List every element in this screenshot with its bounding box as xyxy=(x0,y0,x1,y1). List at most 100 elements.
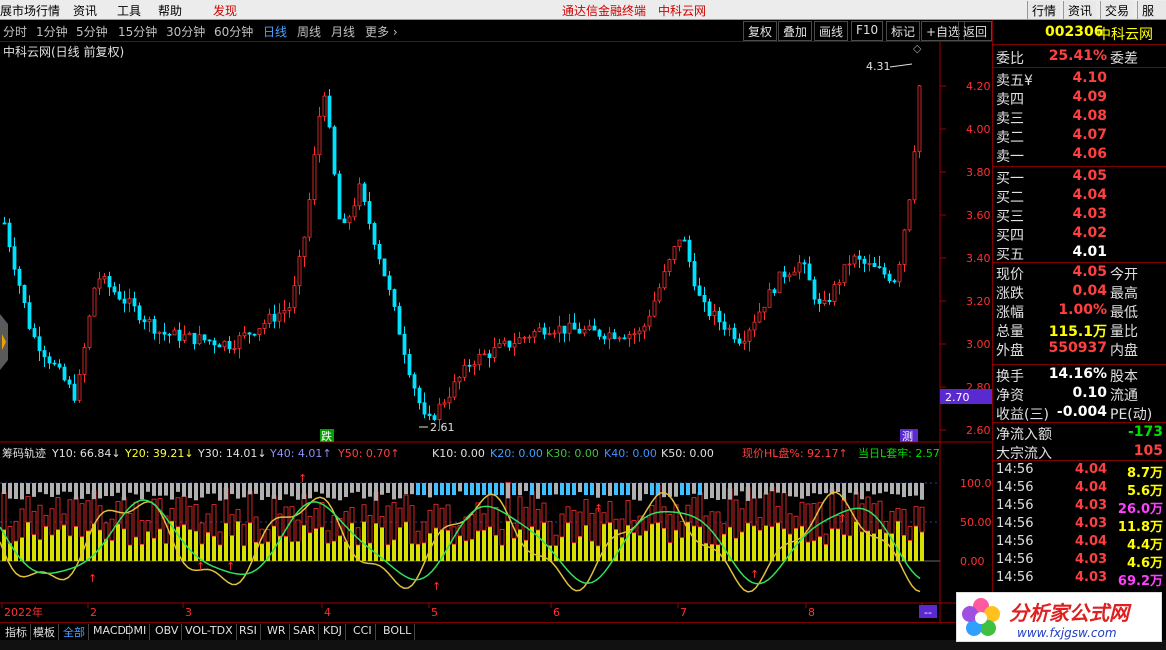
sell-level-3: 卖三 4.08 xyxy=(996,108,1107,127)
stat-row: 涨跌 0.04 最高 xyxy=(996,283,1138,302)
indicator-tab-cci[interactable]: CCI xyxy=(350,624,376,640)
stat-row: 涨幅 1.00% 最低 xyxy=(996,302,1138,321)
sell-level-1: 卖一 4.06 xyxy=(996,146,1107,165)
indicator-value: Y40: 4.01↑ xyxy=(269,447,332,460)
signal-up-icon: ↑ xyxy=(432,580,441,593)
watermark-url: www.fxjgsw.com xyxy=(1017,626,1117,640)
overlay-button[interactable]: 叠加 xyxy=(778,21,813,41)
period-monthly[interactable]: 月线 xyxy=(331,23,355,40)
signal-up-icon: ↑ xyxy=(226,560,235,573)
flower-logo-icon: 分析家公式网 www.fxjgsw.com xyxy=(962,598,1132,640)
zhe-marker-text: 测 xyxy=(902,430,913,443)
indicator-tab-全部[interactable]: 全部 xyxy=(60,624,89,640)
tick-row: 14:56 4.03 4.6万 xyxy=(996,552,1163,571)
period-60min[interactable]: 60分钟 xyxy=(214,23,253,40)
draw-line-button[interactable]: 画线 xyxy=(814,21,849,41)
period-intraday[interactable]: 分时 xyxy=(3,23,27,40)
kline-chart[interactable]: 中科云网(日线 前复权) 4.20 4.00 3.80 3.60 3.40 3.20 3.0… xyxy=(0,42,992,624)
indicator-value: K30: 0.00 xyxy=(546,447,599,460)
menu-market[interactable]: 展市场行情 xyxy=(0,2,60,19)
time-axis-label: 8 xyxy=(808,606,815,619)
mark-button[interactable]: 标记 xyxy=(886,21,921,41)
price-axis-label: 3.80 xyxy=(966,166,991,179)
indicator-value: Y50: 0.70↑ xyxy=(337,447,400,460)
time-axis-label: 2 xyxy=(90,606,97,619)
indicator-tab-指标[interactable]: 指标 xyxy=(2,624,31,640)
f10-button[interactable]: F10 xyxy=(851,21,884,41)
indicator-axis-label: 0.00 xyxy=(960,555,985,568)
price-axis-label: 4.20 xyxy=(966,80,991,93)
indicator-tab-rsi[interactable]: RSI xyxy=(236,624,261,640)
top-button-news[interactable]: 资讯 xyxy=(1063,1,1097,19)
period-more[interactable]: 更多 › xyxy=(365,23,398,40)
app-title: 通达信金融终端 xyxy=(562,4,647,18)
indicator-tab-boll[interactable]: BOLL xyxy=(380,624,416,640)
menu-tools[interactable]: 工具 xyxy=(117,2,141,19)
period-1min[interactable]: 1分钟 xyxy=(36,23,68,40)
indicator-value: K10: 0.00 xyxy=(432,447,485,460)
sell-level-2: 卖二 4.07 xyxy=(996,127,1107,146)
period-toolbar: 分时 1分钟 5分钟 15分钟 30分钟 60分钟 日线 周线 月线 更多 › … xyxy=(0,20,993,42)
time-axis-label: 7 xyxy=(680,606,687,619)
signal-up-icon: ↑ xyxy=(838,512,847,525)
restore-rights-button[interactable]: 复权 xyxy=(743,21,778,41)
buy-level-4: 买四 4.02 xyxy=(996,225,1107,244)
period-weekly[interactable]: 周线 xyxy=(297,23,321,40)
indicator-tab-obv[interactable]: OBV xyxy=(152,624,183,640)
top-button-market[interactable]: 行情 xyxy=(1027,1,1061,19)
time-axis-label: 2022年 xyxy=(4,605,43,619)
indicator-axis-label: 100.0 xyxy=(960,477,992,490)
menu-news[interactable]: 资讯 xyxy=(73,2,97,19)
indicator-tab-wr[interactable]: WR xyxy=(264,624,290,640)
indicator-value: 现价HL盘%: 92.17↑ xyxy=(742,446,848,460)
tick-row: 14:56 4.03 11.8万 xyxy=(996,516,1163,535)
indicator-value: Y20: 39.21↓ xyxy=(124,447,194,460)
price-axis-label: 3.40 xyxy=(966,252,991,265)
indicator-value: Y10: 66.84↓ xyxy=(51,447,121,460)
flow-row: 净流入额 -173 xyxy=(996,424,1163,443)
back-button[interactable]: 返回 xyxy=(958,21,993,41)
price-axis-label: 3.60 xyxy=(966,209,991,222)
time-axis-label: -- xyxy=(924,606,932,619)
current-price-tag-text: 2.70 xyxy=(945,391,970,404)
time-axis-label: 4 xyxy=(324,606,331,619)
time-axis-label: 5 xyxy=(431,606,438,619)
menu-discover[interactable]: 发现 xyxy=(213,2,237,19)
stock-code: 002306 xyxy=(1045,24,1104,40)
period-15min[interactable]: 15分钟 xyxy=(118,23,157,40)
signal-up-icon: ↑ xyxy=(594,502,603,515)
buy-level-2: 买二 4.04 xyxy=(996,187,1107,206)
tick-row: 14:56 4.03 26.0万 xyxy=(996,498,1163,517)
stat-row: 换手 14.16% 股本 xyxy=(996,366,1138,385)
indicator-value: Y30: 14.01↓ xyxy=(197,447,267,460)
signal-up-icon: ↑ xyxy=(298,472,307,485)
indicator-tab-vol-tdx[interactable]: VOL-TDX xyxy=(182,624,237,640)
period-30min[interactable]: 30分钟 xyxy=(166,23,205,40)
stock-name: 中科云网 xyxy=(1097,27,1153,43)
indicator-value: K20: 0.00 xyxy=(490,447,543,460)
indicator-tab-sar[interactable]: SAR xyxy=(290,624,320,640)
webi-row: 委比 25.41% 委差 xyxy=(996,48,1138,67)
top-button-trade[interactable]: 交易 xyxy=(1100,1,1134,19)
stat-row: 外盘 550937 内盘 xyxy=(996,340,1138,359)
tick-row: 14:56 4.04 4.4万 xyxy=(996,534,1163,553)
period-daily[interactable]: 日线 xyxy=(263,23,287,40)
price-axis-label: 3.20 xyxy=(966,295,991,308)
time-axis-label: 3 xyxy=(185,606,192,619)
indicator-header: 筹码轨迹 Y10: 66.84↓ Y20: 39.21↓ Y30: 14.01↓ Y4… xyxy=(2,446,940,460)
menu-help[interactable]: 帮助 xyxy=(158,2,182,19)
buy-level-1: 买一 4.05 xyxy=(996,168,1107,187)
buy-level-3: 买三 4.03 xyxy=(996,206,1107,225)
menu-bar: 展市场行情 资讯 工具 帮助 发现 通达信金融终端 中科云网 行情 资讯 交易 … xyxy=(0,0,1166,35)
sell-level-4: 卖四 4.09 xyxy=(996,89,1107,108)
indicator-axis-label: 50.00 xyxy=(960,516,992,529)
indicator-tab-模板[interactable]: 模板 xyxy=(30,624,59,640)
flow-row: 大宗流入 105 xyxy=(996,443,1163,462)
period-5min[interactable]: 5分钟 xyxy=(76,23,108,40)
price-axis-label: 3.00 xyxy=(966,338,991,351)
indicator-tab-dmi[interactable]: DMI xyxy=(122,624,151,640)
indicator-value: 当日L套牢: 2.57 xyxy=(858,446,940,460)
top-button-service[interactable]: 服务 xyxy=(1137,1,1166,35)
price-axis-label: 4.00 xyxy=(966,123,991,136)
indicator-tab-kdj[interactable]: KDJ xyxy=(320,624,346,640)
